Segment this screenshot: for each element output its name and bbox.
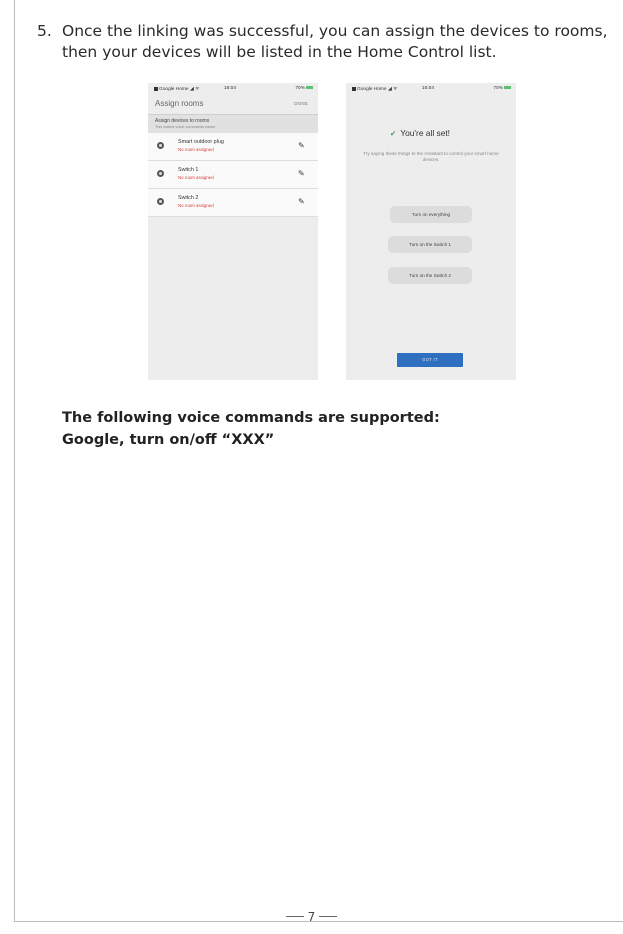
footer-dash-left: [285, 916, 304, 917]
assistant-hint: Try saying these things to the Assistant…: [363, 151, 499, 162]
device-icon: [157, 198, 164, 205]
status-carrier: Google Home: [159, 87, 189, 92]
device-name: Smart outdoor plug: [178, 139, 224, 145]
all-set-text: You're all set!: [400, 128, 451, 138]
assign-header-title: Assign devices to rooms: [155, 118, 210, 124]
device-name: Switch 1: [178, 167, 199, 173]
check-icon: ✔: [390, 129, 397, 138]
screen-title: Assign rooms: [155, 99, 204, 108]
assign-header: Assign devices to rooms This makes voice…: [148, 114, 318, 133]
voice-commands: The following voice commands are support…: [62, 407, 440, 451]
device-icon: [157, 142, 164, 149]
app-icon: [352, 86, 356, 91]
device-name: Switch 2: [178, 195, 199, 201]
suggestion-chip[interactable]: Turn on the Switch 2: [388, 267, 472, 284]
device-room: No room assigned: [178, 203, 214, 208]
pencil-icon[interactable]: ✎: [298, 142, 306, 150]
got-it-button[interactable]: GOT IT: [397, 353, 463, 367]
screenshot-assign-rooms: Google Home ◢ ᯤ 16:04 70% Assign rooms D…: [148, 83, 318, 380]
footer-dash-right: [319, 916, 338, 917]
voice-commands-heading: The following voice commands are support…: [62, 410, 440, 426]
device-row[interactable]: Switch 1 No room assigned ✎: [148, 161, 318, 189]
status-carrier: Google Home: [357, 87, 387, 92]
page-footer: 7: [0, 910, 623, 924]
device-row[interactable]: Switch 2 No room assigned ✎: [148, 189, 318, 217]
device-icon: [157, 170, 164, 177]
voice-command-example: Google, turn on/off “XXX”: [62, 432, 275, 448]
app-icon: [154, 86, 158, 91]
done-button[interactable]: DONE: [294, 101, 308, 106]
device-room: No room assigned: [178, 175, 214, 180]
status-battery: 70%: [295, 86, 305, 91]
device-row[interactable]: Smart outdoor plug No room assigned ✎: [148, 133, 318, 161]
status-bar: Google Home ◢ ᯤ 16:04 70%: [148, 83, 318, 95]
page-number: 7: [307, 910, 316, 924]
page-border-left: [14, 0, 15, 922]
device-room: No room assigned: [178, 147, 214, 152]
assign-header-subtitle: This makes voice commands easier: [155, 125, 216, 129]
battery-icon: [504, 86, 511, 89]
suggestion-chip[interactable]: Turn on everything: [390, 206, 472, 223]
screenshot-all-set: Google Home ◢ ᯤ 16:04 70% ✔ You're all se…: [346, 83, 516, 380]
all-set-heading: ✔ You're all set!: [390, 128, 450, 138]
step-text: Once the linking was successful, you can…: [62, 22, 608, 61]
pencil-icon[interactable]: ✎: [298, 170, 306, 178]
suggestion-chip[interactable]: Turn on the Switch 1: [388, 236, 472, 253]
status-time: 16:04: [224, 86, 237, 91]
status-bar: Google Home ◢ ᯤ 16:04 70%: [346, 83, 516, 95]
status-battery: 70%: [493, 86, 503, 91]
status-time: 16:04: [422, 86, 435, 91]
battery-icon: [306, 86, 313, 89]
step-number: 5.: [37, 22, 52, 40]
pencil-icon[interactable]: ✎: [298, 198, 306, 206]
